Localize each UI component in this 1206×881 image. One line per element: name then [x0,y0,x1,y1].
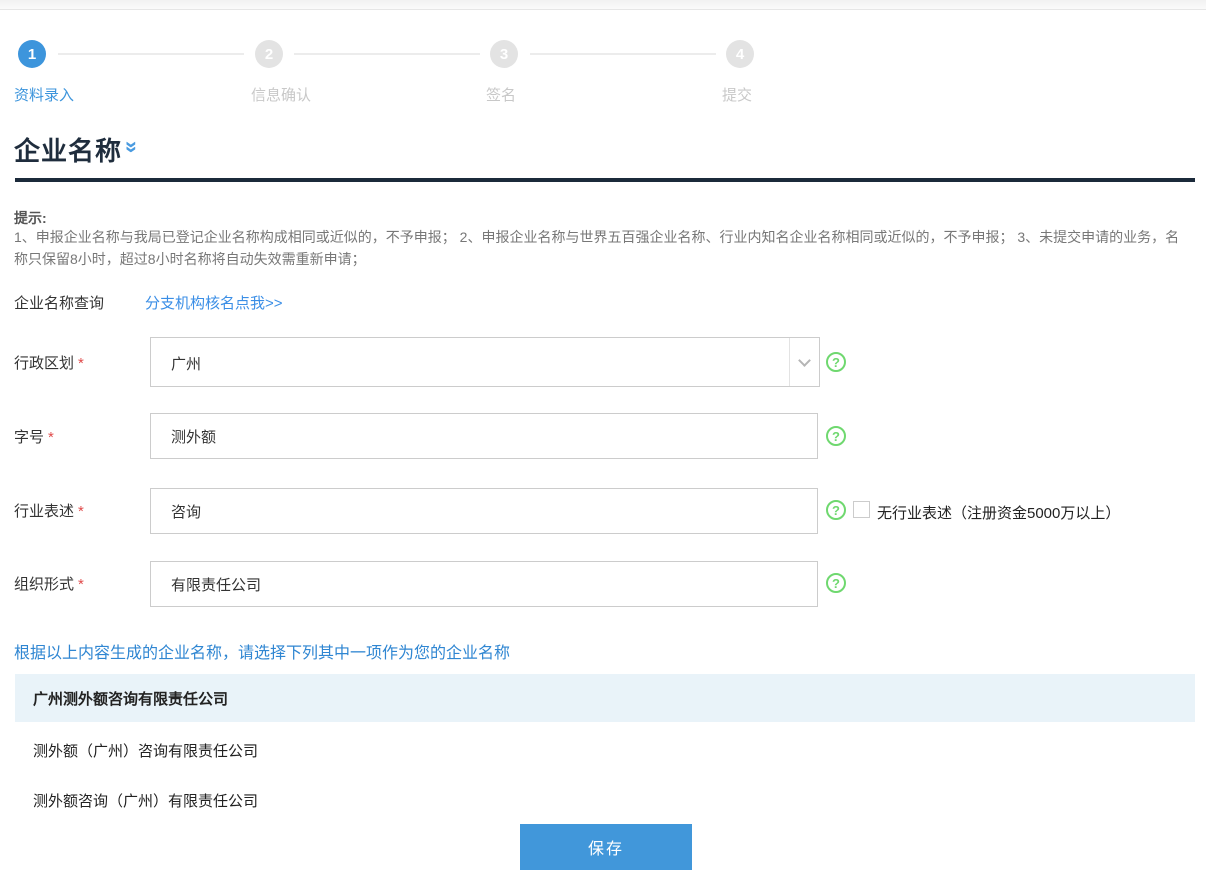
title-divider [15,178,1195,182]
trade-name-input[interactable] [150,413,818,459]
name-query-label: 企业名称查询 [14,292,104,313]
page-title: 企业名称 [14,131,122,168]
no-industry-checkbox[interactable] [853,501,870,518]
district-label: 行政区划* [14,352,84,373]
org-form-label: 组织形式* [14,573,84,594]
required-asterisk: * [78,576,84,593]
required-asterisk: * [78,355,84,372]
tips-heading: 提示: [14,208,47,228]
step-3-signature: 3 签名 [490,40,518,68]
org-form-input[interactable] [150,561,818,607]
trade-name-help-icon[interactable]: ? [826,426,846,446]
company-name-option-1[interactable]: 广州测外额咨询有限责任公司 [15,674,1195,722]
collapse-double-chevron-icon[interactable]: » [121,141,143,153]
district-help-icon[interactable]: ? [826,352,846,372]
company-name-form-page: 1 资料录入 2 信息确认 3 签名 4 提交 企业名称 » 提示: 1、申报企… [0,0,1206,881]
branch-name-check-link[interactable]: 分支机构核名点我>> [145,292,283,313]
company-name-option-text: 测外额（广州）咨询有限责任公司 [33,743,258,760]
org-form-help-icon[interactable]: ? [826,573,846,593]
company-name-option-3[interactable]: 测外额咨询（广州）有限责任公司 [15,790,1195,811]
industry-input[interactable] [150,488,818,534]
company-name-option-text: 测外额咨询（广州）有限责任公司 [33,793,258,810]
step-3-label: 签名 [486,84,606,105]
step-1-data-entry: 1 资料录入 [18,40,46,68]
page-top-border [0,0,1206,10]
district-select[interactable]: 广州 [150,337,820,387]
required-asterisk: * [48,429,54,446]
company-name-option-2[interactable]: 测外额（广州）咨询有限责任公司 [15,740,1195,761]
step-connector-1 [58,53,244,55]
no-industry-checkbox-label: 无行业表述（注册资金5000万以上） [877,502,1120,523]
step-1-circle: 1 [18,40,46,68]
required-asterisk: * [78,503,84,520]
tips-text: 1、申报企业名称与我局已登记企业名称构成相同或近似的，不予申报； 2、申报企业名… [14,226,1192,270]
district-select-arrow[interactable] [789,338,819,386]
chevron-down-icon [798,354,811,367]
step-1-label: 资料录入 [14,84,134,105]
step-2-label: 信息确认 [251,84,371,105]
industry-help-icon[interactable]: ? [826,500,846,520]
step-4-circle: 4 [726,40,754,68]
district-select-value: 广州 [171,353,201,374]
step-2-circle: 2 [255,40,283,68]
generated-names-prompt: 根据以上内容生成的企业名称，请选择下列其中一项作为您的企业名称 [14,639,510,663]
step-connector-2 [294,53,480,55]
step-connector-3 [530,53,716,55]
company-name-option-text: 广州测外额咨询有限责任公司 [33,688,228,709]
step-2-info-confirm: 2 信息确认 [255,40,283,68]
step-3-circle: 3 [490,40,518,68]
step-4-submit: 4 提交 [726,40,754,68]
industry-label: 行业表述* [14,500,84,521]
trade-name-label: 字号* [14,426,54,447]
step-4-label: 提交 [722,84,842,105]
save-button[interactable]: 保存 [520,824,692,870]
